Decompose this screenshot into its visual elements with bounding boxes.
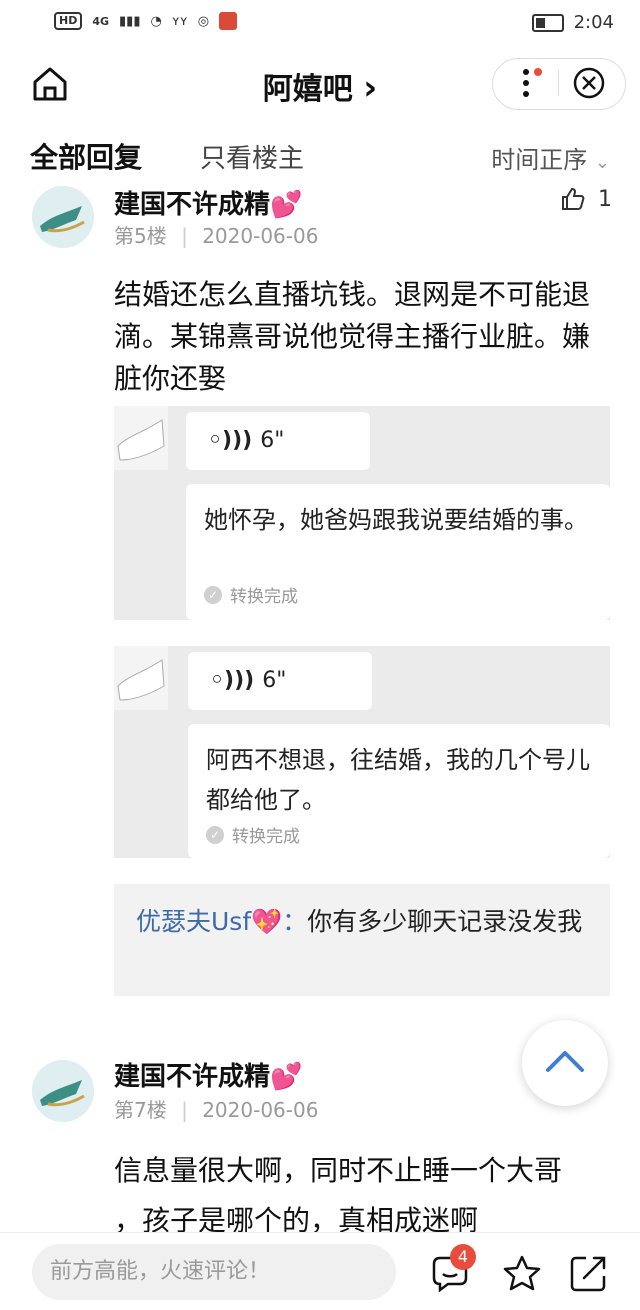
status-text: ʏʏ	[171, 13, 188, 29]
voice-duration: 6"	[260, 428, 285, 453]
share-button[interactable]	[566, 1252, 610, 1296]
star-icon	[503, 1255, 541, 1291]
conversion-status: ✓ 转换完成	[206, 822, 300, 847]
app-icon: ◔	[150, 13, 162, 29]
voice-card: ◦))) 6" 阿西不想退，往结婚，我的几个号儿都给他了。 ✓ 转换完成	[114, 646, 610, 858]
voice-icon: ◦)))	[208, 428, 253, 453]
check-icon: ✓	[206, 825, 224, 844]
chevron-down-icon: ⌄	[594, 152, 610, 173]
reply-text: 你有多少聊天记录没发我	[307, 907, 583, 936]
status-right: 2:04	[531, 12, 614, 33]
favorite-button[interactable]	[500, 1252, 544, 1296]
check-icon: ✓	[204, 585, 222, 604]
close-button[interactable]	[572, 66, 606, 100]
share-icon	[570, 1256, 606, 1292]
floor-number: 第5楼	[114, 224, 167, 248]
heart-emoji: 💕	[270, 1062, 303, 1092]
tab-all-replies[interactable]: 全部回复	[30, 136, 142, 176]
comment-input[interactable]: 前方高能，火速评论！	[32, 1244, 396, 1300]
chevron-right-icon: ›	[363, 68, 378, 108]
post-content: 结婚还怎么直播坑钱。退网是不可能退滴。某锦熹哥说他觉得主播行业脏。嫌脏你还娶	[114, 278, 591, 395]
status-bar: HD 4G ▮▮▮ ◔ ʏʏ ◎ 2:04	[0, 0, 640, 48]
more-icon	[523, 68, 542, 97]
avatar-image	[32, 1060, 94, 1122]
clock: 2:04	[573, 12, 614, 33]
avatar-image	[32, 186, 94, 248]
status-left: HD 4G ▮▮▮ ◔ ʏʏ ◎	[54, 12, 238, 30]
transcript-bubble: 阿西不想退，往结婚，我的几个号儿都给他了。 ✓ 转换完成	[188, 724, 610, 858]
like-button[interactable]: 1	[560, 186, 612, 212]
floor-number: 第7楼	[114, 1098, 167, 1122]
more-button[interactable]	[512, 66, 546, 100]
sort-dropdown[interactable]: 时间正序 ⌄	[491, 140, 610, 175]
transcript-text: 她怀孕，她爸妈跟我说要结婚的事。	[204, 506, 588, 534]
battery-icon	[531, 13, 564, 32]
transcript-bubble: 她怀孕，她爸妈跟我说要结婚的事。 ✓ 转换完成	[186, 484, 610, 620]
app-icon-2: ◎	[197, 13, 210, 29]
signal-icon: ▮▮▮	[119, 13, 141, 29]
post-meta: 第5楼 | 2020-06-06	[114, 224, 319, 248]
thumbs-up-icon	[562, 187, 585, 210]
voice-bubble[interactable]: ◦))) 6"	[186, 412, 370, 470]
transcript-text: 阿西不想退，往结婚，我的几个号儿都给他了。	[206, 746, 590, 814]
comment-count-badge: 4	[450, 1244, 476, 1270]
post-username[interactable]: 建国不许成精💕	[114, 1056, 302, 1093]
voice-duration: 6"	[262, 668, 287, 693]
reply-username[interactable]: 优瑟夫Usf💖	[136, 907, 282, 936]
voice-icon: ◦)))	[210, 668, 255, 693]
hd-badge: HD	[54, 12, 83, 30]
app-icon-3	[219, 12, 238, 30]
sort-label: 时间正序	[491, 146, 588, 174]
chat-avatar	[114, 646, 168, 710]
reply-preview[interactable]: 优瑟夫Usf💖：你有多少聊天记录没发我	[114, 884, 610, 996]
avatar[interactable]	[32, 186, 94, 248]
post-username[interactable]: 建国不许成精💕	[114, 184, 302, 221]
tab-op-only[interactable]: 只看楼主	[200, 138, 304, 175]
network-label: 4G	[92, 14, 110, 28]
voice-card: ◦))) 6" 她怀孕，她爸妈跟我说要结婚的事。 ✓ 转换完成	[114, 406, 610, 620]
post-date: 2020-06-06	[202, 1098, 319, 1122]
capsule-divider	[558, 70, 559, 96]
post-content: 信息量很大啊，同时不止睡一个大哥 ，孩子是哪个的，真相成迷啊	[114, 1154, 563, 1237]
chat-avatar	[114, 406, 168, 470]
like-count: 1	[598, 186, 612, 212]
post-date: 2020-06-06	[202, 224, 319, 248]
scroll-top-icon	[546, 1051, 584, 1072]
scroll-top-button[interactable]	[522, 1020, 608, 1106]
conversion-status: ✓ 转换完成	[204, 582, 298, 607]
avatar[interactable]	[32, 1060, 94, 1122]
voice-bubble[interactable]: ◦))) 6"	[188, 652, 372, 710]
heart-emoji: 💕	[270, 190, 303, 220]
post-meta: 第7楼 | 2020-06-06	[114, 1098, 319, 1122]
close-icon	[573, 67, 605, 99]
